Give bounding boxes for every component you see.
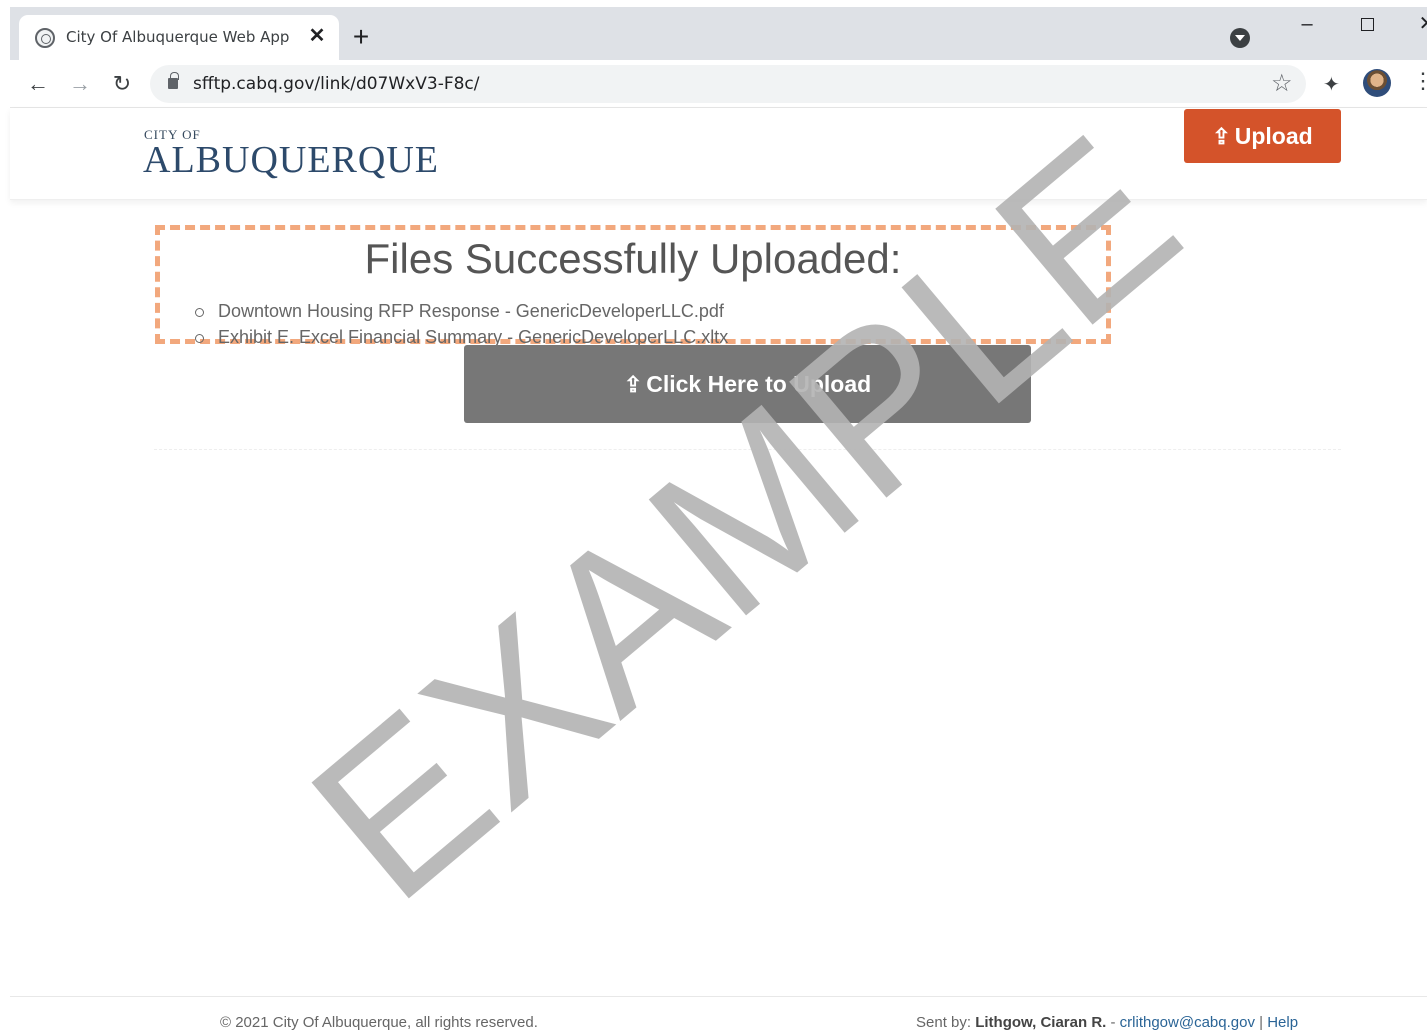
upload-button[interactable]: ⇪ Upload [1184,109,1341,163]
success-title: Files Successfully Uploaded: [364,235,902,282]
window-maximize-button[interactable] [1342,7,1392,43]
maximize-icon [1360,18,1374,31]
back-arrow-icon[interactable]: ← [24,70,52,98]
click-to-upload-label: Click Here to Upload [646,371,872,397]
tab-close-icon[interactable]: ✕ [304,23,330,49]
lock-icon[interactable] [168,72,179,89]
help-link[interactable]: Help [1267,1014,1298,1030]
browser-window: City Of Albuquerque Web App - ✕ + – ✕ ← … [0,0,1427,1030]
upload-button-label: Upload [1234,123,1313,149]
address-bar[interactable]: sfftp.cabq.gov/link/d07WxV3-F8c/ ☆ [150,65,1306,103]
avatar[interactable] [1363,69,1391,97]
section-divider [154,449,1341,450]
city-seal-favicon-icon [35,28,55,48]
sent-by-label: Sent by: [916,1014,976,1030]
forward-arrow-icon[interactable]: → [66,70,94,98]
footer-copyright: © 2021 City Of Albuquerque, all rights r… [220,1014,538,1030]
sender-name: Lithgow, Ciaran R. [975,1014,1107,1030]
pipe-separator: | [1254,1014,1268,1030]
browser-toolbar: ← → ↻ sfftp.cabq.gov/link/d07WxV3-F8c/ ☆… [10,60,1427,108]
new-tab-icon[interactable]: + [346,23,376,53]
window-close-button[interactable]: ✕ [1402,7,1427,43]
web-page: CITY OF ALBUQUERQUE ⇪ Upload Files Succes… [10,108,1427,1030]
reload-icon[interactable]: ↻ [108,70,136,98]
profile-dropdown-icon[interactable] [1230,28,1250,48]
url-text[interactable]: sfftp.cabq.gov/link/d07WxV3-F8c/ [193,74,480,94]
tab-strip: City Of Albuquerque Web App - ✕ + – ✕ [10,7,1427,60]
extensions-icon[interactable]: ✦ [1323,72,1340,97]
browser-tab[interactable]: City Of Albuquerque Web App - ✕ [19,15,339,60]
bookmark-star-icon[interactable]: ☆ [1271,69,1293,98]
list-item: Downtown Housing RFP Response - GenericD… [195,298,728,324]
logo-albuquerque[interactable]: ALBUQUERQUE [143,138,439,182]
window-minimize-button[interactable]: – [1282,7,1332,43]
upload-icon: ⇪ [1212,124,1231,149]
uploaded-file-list: Downtown Housing RFP Response - GenericD… [195,298,728,350]
upload-success-panel: Files Successfully Uploaded: Downtown Ho… [155,225,1111,347]
sender-email-link[interactable]: crlithgow@cabq.gov [1120,1014,1255,1030]
tab-title: City Of Albuquerque Web App - [66,28,294,46]
browser-menu-icon[interactable]: ⋮ [1412,70,1427,92]
site-header: CITY OF ALBUQUERQUE ⇪ Upload [10,108,1427,200]
footer-divider [10,996,1427,997]
click-to-upload-button[interactable]: ⇪ Click Here to Upload [464,345,1031,423]
upload-icon: ⇪ [623,372,643,397]
separator-text: - [1106,1014,1120,1030]
footer-sender: Sent by: Lithgow, Ciaran R. - crlithgow@… [916,1014,1298,1030]
